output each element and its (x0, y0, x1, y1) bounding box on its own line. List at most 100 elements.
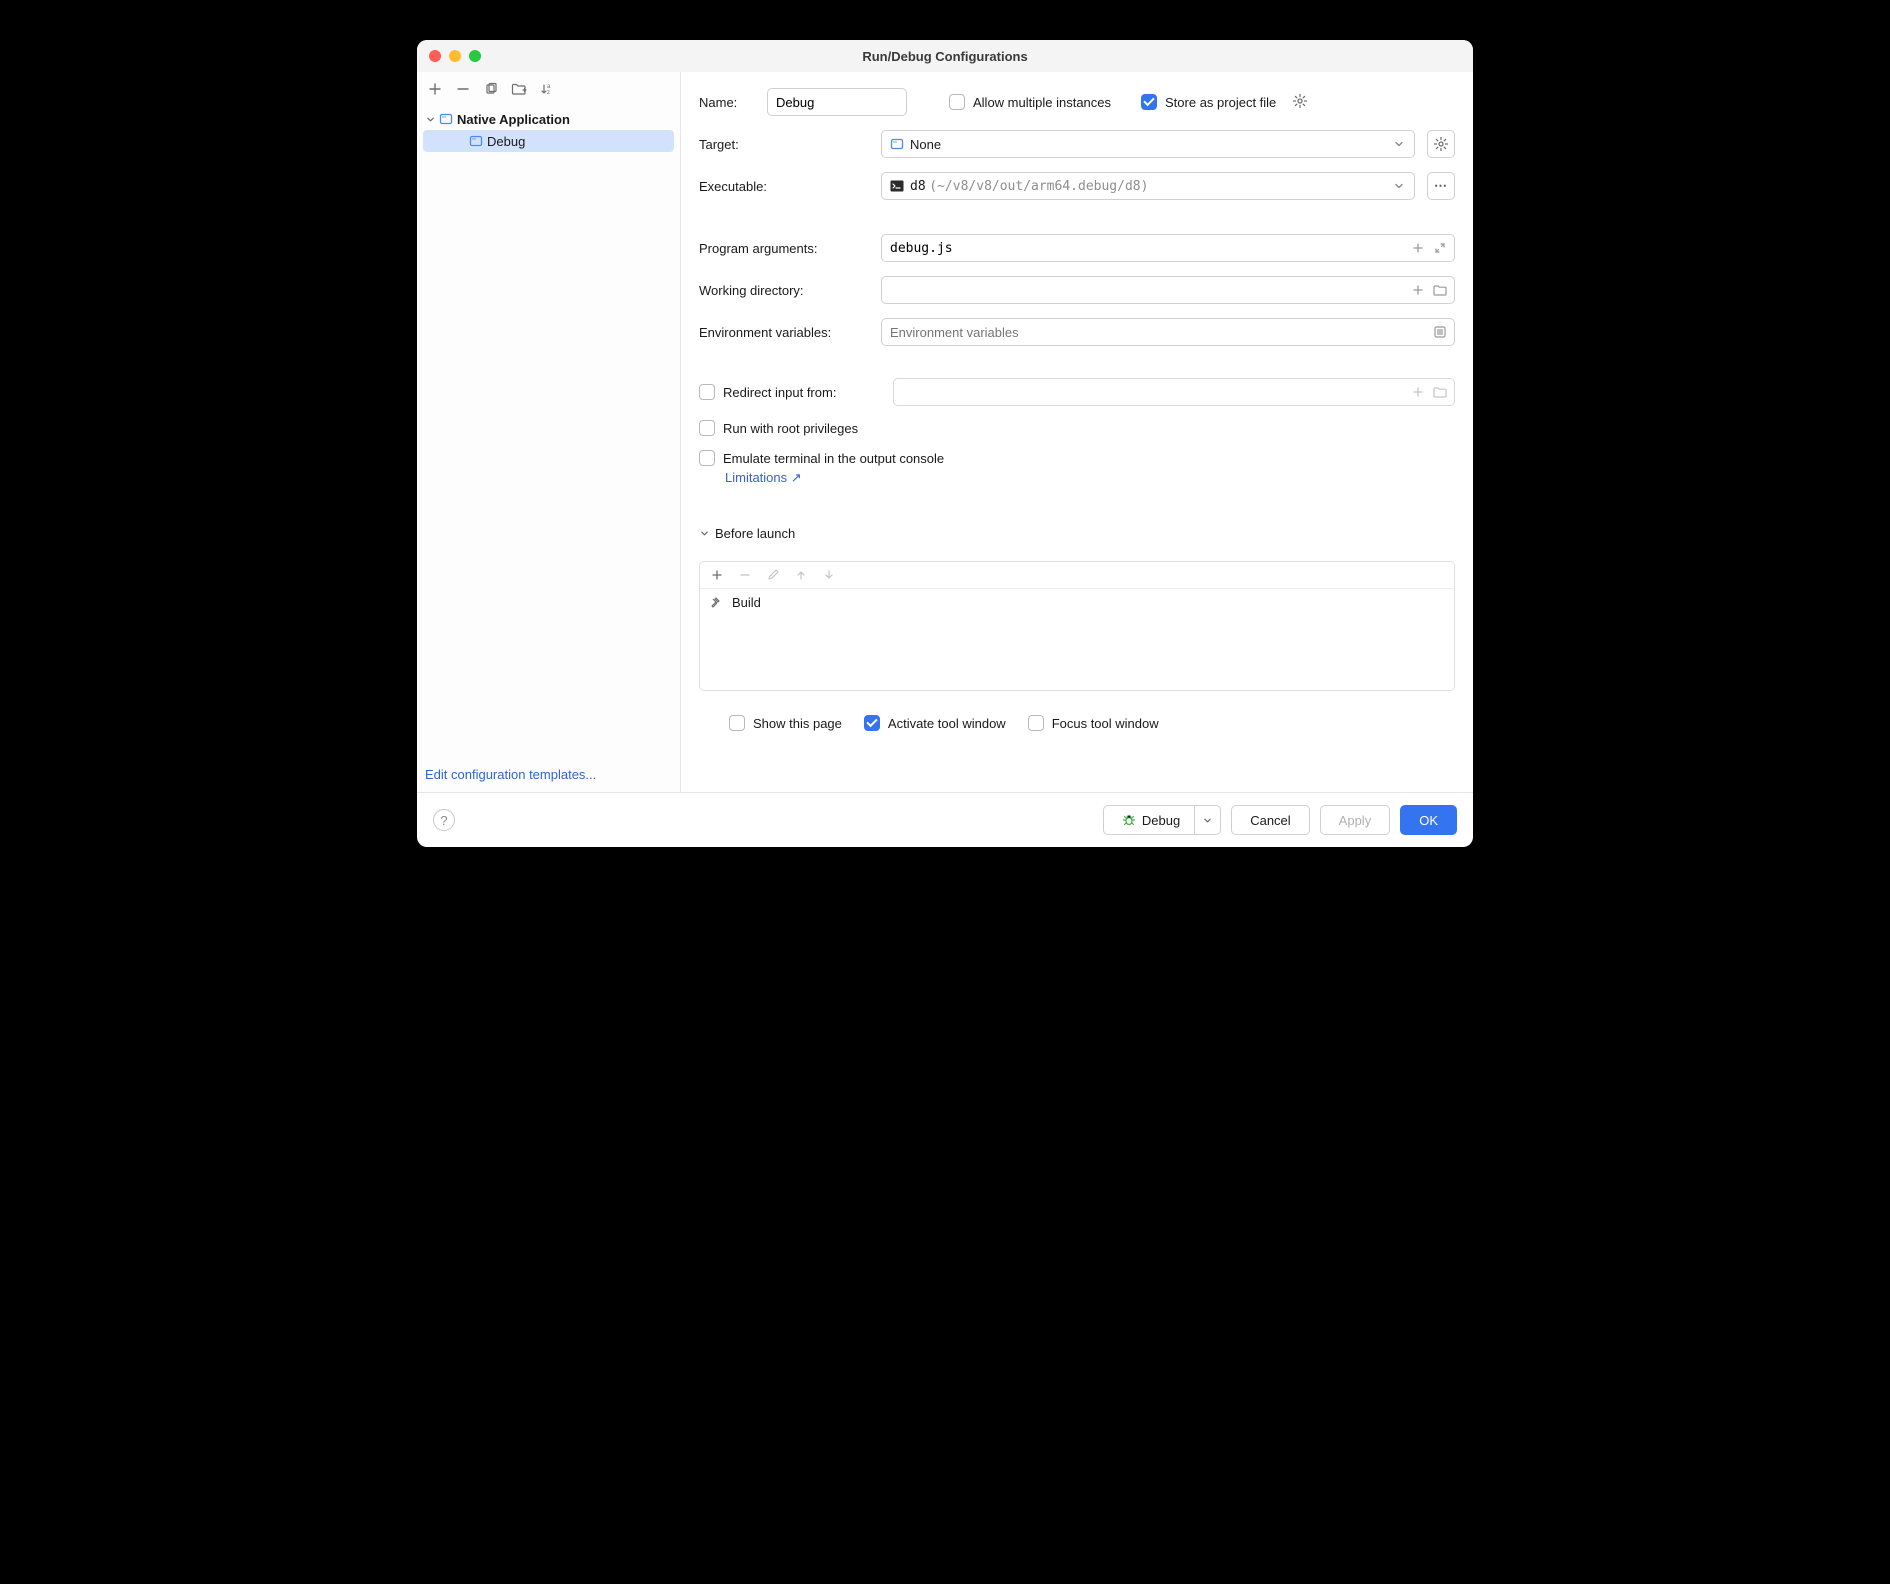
native-app-icon (469, 134, 483, 148)
dialog-window: Run/Debug Configurations az (417, 40, 1473, 847)
executable-path: (~/v8/v8/out/arm64.debug/d8) (929, 179, 1148, 194)
executable-browse-button[interactable]: ⋯ (1427, 172, 1455, 200)
add-icon[interactable] (427, 81, 443, 97)
help-button[interactable]: ? (433, 809, 455, 831)
redirect-check[interactable]: Redirect input from: (699, 384, 881, 400)
before-launch-panel: Build (699, 561, 1455, 691)
dialog-footer: ? Debug Cancel Apply OK (417, 792, 1473, 847)
root-label: Run with root privileges (723, 421, 858, 436)
checkbox-icon[interactable] (699, 384, 715, 400)
store-as-file-label: Store as project file (1165, 95, 1276, 110)
list-icon[interactable] (1432, 324, 1448, 340)
redirect-label: Redirect input from: (723, 385, 836, 400)
focus-tool-label: Focus tool window (1052, 716, 1159, 731)
before-launch-toolbar (700, 562, 1454, 589)
sort-icon[interactable]: az (539, 81, 555, 97)
move-down-icon[interactable] (822, 568, 836, 582)
checkbox-icon[interactable] (1028, 715, 1044, 731)
expand-icon[interactable] (1432, 240, 1448, 256)
cancel-button[interactable]: Cancel (1231, 805, 1309, 835)
tree-item-debug[interactable]: Debug (423, 130, 674, 152)
checkbox-icon[interactable] (949, 94, 965, 110)
native-app-icon (439, 112, 453, 126)
folder-icon[interactable] (1432, 282, 1448, 298)
apply-button: Apply (1320, 805, 1391, 835)
add-icon[interactable] (1410, 240, 1426, 256)
chevron-down-icon (1394, 139, 1404, 149)
env-input[interactable] (890, 325, 1446, 340)
add-icon[interactable] (1410, 384, 1426, 400)
env-field[interactable] (881, 318, 1455, 346)
name-input[interactable] (776, 95, 898, 110)
env-label: Environment variables: (699, 325, 869, 340)
show-page-label: Show this page (753, 716, 842, 731)
before-launch-item-build[interactable]: Build (700, 589, 1454, 616)
svg-text:z: z (547, 90, 550, 96)
emulate-terminal-check[interactable]: Emulate terminal in the output console (699, 450, 1455, 466)
redirect-input[interactable] (902, 385, 1446, 400)
working-dir-input[interactable] (890, 283, 1446, 298)
checkbox-icon[interactable] (699, 450, 715, 466)
copy-icon[interactable] (483, 81, 499, 97)
store-as-file-check[interactable]: Store as project file (1141, 94, 1276, 110)
debug-button[interactable]: Debug (1103, 805, 1221, 835)
folder-icon[interactable] (1432, 384, 1448, 400)
before-launch-label: Before launch (715, 526, 795, 541)
executable-name: d8 (910, 179, 926, 194)
checkbox-icon[interactable] (729, 715, 745, 731)
activate-tool-check[interactable]: Activate tool window (864, 715, 1006, 731)
working-dir-field[interactable] (881, 276, 1455, 304)
working-dir-label: Working directory: (699, 283, 869, 298)
executable-row: Executable: d8 (~/v8/v8/out/arm64.debug/… (699, 172, 1455, 200)
window-title: Run/Debug Configurations (417, 49, 1473, 64)
chevron-down-icon[interactable] (1194, 806, 1220, 834)
tree-item-label: Debug (487, 134, 525, 149)
sidebar-footer: Edit configuration templates... (417, 757, 680, 792)
titlebar: Run/Debug Configurations (417, 40, 1473, 72)
ok-button[interactable]: OK (1400, 805, 1457, 835)
move-up-icon[interactable] (794, 568, 808, 582)
emulate-label: Emulate terminal in the output console (723, 451, 944, 466)
program-args-input[interactable] (890, 241, 1446, 256)
chevron-down-icon (699, 529, 709, 538)
name-label: Name: (699, 95, 755, 110)
allow-multiple-check[interactable]: Allow multiple instances (949, 94, 1111, 110)
native-app-icon (890, 137, 904, 151)
gear-icon[interactable] (1292, 93, 1310, 111)
activate-tool-label: Activate tool window (888, 716, 1006, 731)
add-icon[interactable] (710, 568, 724, 582)
folder-add-icon[interactable] (511, 81, 527, 97)
remove-icon[interactable] (738, 568, 752, 582)
remove-icon[interactable] (455, 81, 471, 97)
chevron-down-icon (1394, 181, 1404, 191)
add-icon[interactable] (1410, 282, 1426, 298)
chevron-down-icon (425, 115, 435, 124)
checkbox-icon[interactable] (699, 420, 715, 436)
program-args-field[interactable] (881, 234, 1455, 262)
before-launch-header[interactable]: Before launch (699, 526, 1455, 541)
checkbox-icon[interactable] (1141, 94, 1157, 110)
show-page-check[interactable]: Show this page (729, 715, 842, 731)
executable-select[interactable]: d8 (~/v8/v8/out/arm64.debug/d8) (881, 172, 1415, 200)
bug-icon (1122, 813, 1136, 827)
target-settings-button[interactable] (1427, 130, 1455, 158)
checkbox-icon[interactable] (864, 715, 880, 731)
target-row: Target: None (699, 130, 1455, 158)
working-dir-row: Working directory: (699, 276, 1455, 304)
target-label: Target: (699, 137, 869, 152)
redirect-field[interactable] (893, 378, 1455, 406)
tree-group-native-application[interactable]: Native Application (417, 108, 680, 130)
target-select[interactable]: None (881, 130, 1415, 158)
hammer-icon (710, 596, 724, 610)
edit-templates-link[interactable]: Edit configuration templates... (425, 767, 596, 782)
root-privileges-check[interactable]: Run with root privileges (699, 420, 1455, 436)
target-value: None (910, 137, 941, 152)
edit-icon[interactable] (766, 568, 780, 582)
focus-tool-check[interactable]: Focus tool window (1028, 715, 1159, 731)
name-row: Name: Allow multiple instances Store as … (699, 88, 1455, 116)
limitations-link[interactable]: Limitations ↗ (725, 470, 1455, 486)
build-label: Build (732, 595, 761, 610)
name-field[interactable] (767, 88, 907, 116)
program-args-row: Program arguments: (699, 234, 1455, 262)
allow-multiple-label: Allow multiple instances (973, 95, 1111, 110)
